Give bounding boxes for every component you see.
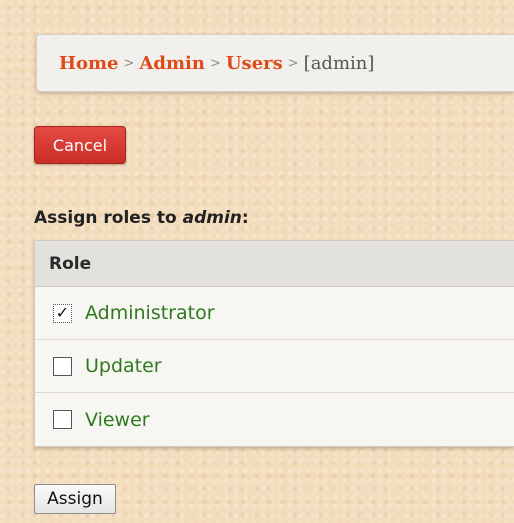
assign-heading-prefix: Assign roles to (34, 208, 183, 228)
administrator-checkbox[interactable]: ✓ (53, 303, 72, 323)
updater-checkbox[interactable] (53, 356, 72, 376)
breadcrumb-current: [admin] (303, 52, 375, 74)
table-row-updater: Updater (35, 340, 514, 393)
table-row-administrator: ✓ Administrator (35, 287, 514, 340)
role-label-viewer[interactable]: Viewer (85, 409, 150, 431)
table-row-viewer: Viewer (35, 393, 514, 446)
breadcrumb-separator: > (209, 55, 221, 71)
assign-button[interactable]: Assign (34, 484, 116, 514)
breadcrumb-separator: > (287, 55, 299, 71)
breadcrumb: Home > Admin > Users > [admin] (36, 34, 514, 92)
breadcrumb-separator: > (123, 55, 135, 71)
cancel-button[interactable]: Cancel (34, 126, 126, 164)
assign-roles-heading: Assign roles to admin: (34, 208, 249, 228)
assign-heading-username: admin (182, 208, 242, 228)
roles-table: Role ✓ Administrator Updater Viewer (34, 240, 514, 447)
table-header-role: Role (35, 241, 514, 287)
checkmark-icon: ✓ (55, 303, 70, 322)
breadcrumb-admin-link[interactable]: Admin (139, 53, 205, 74)
assign-heading-suffix: : (241, 208, 249, 228)
role-label-updater[interactable]: Updater (85, 355, 162, 377)
breadcrumb-home-link[interactable]: Home (59, 53, 119, 74)
role-label-administrator[interactable]: Administrator (85, 302, 215, 324)
breadcrumb-users-link[interactable]: Users (226, 53, 283, 74)
viewer-checkbox[interactable] (53, 410, 72, 429)
